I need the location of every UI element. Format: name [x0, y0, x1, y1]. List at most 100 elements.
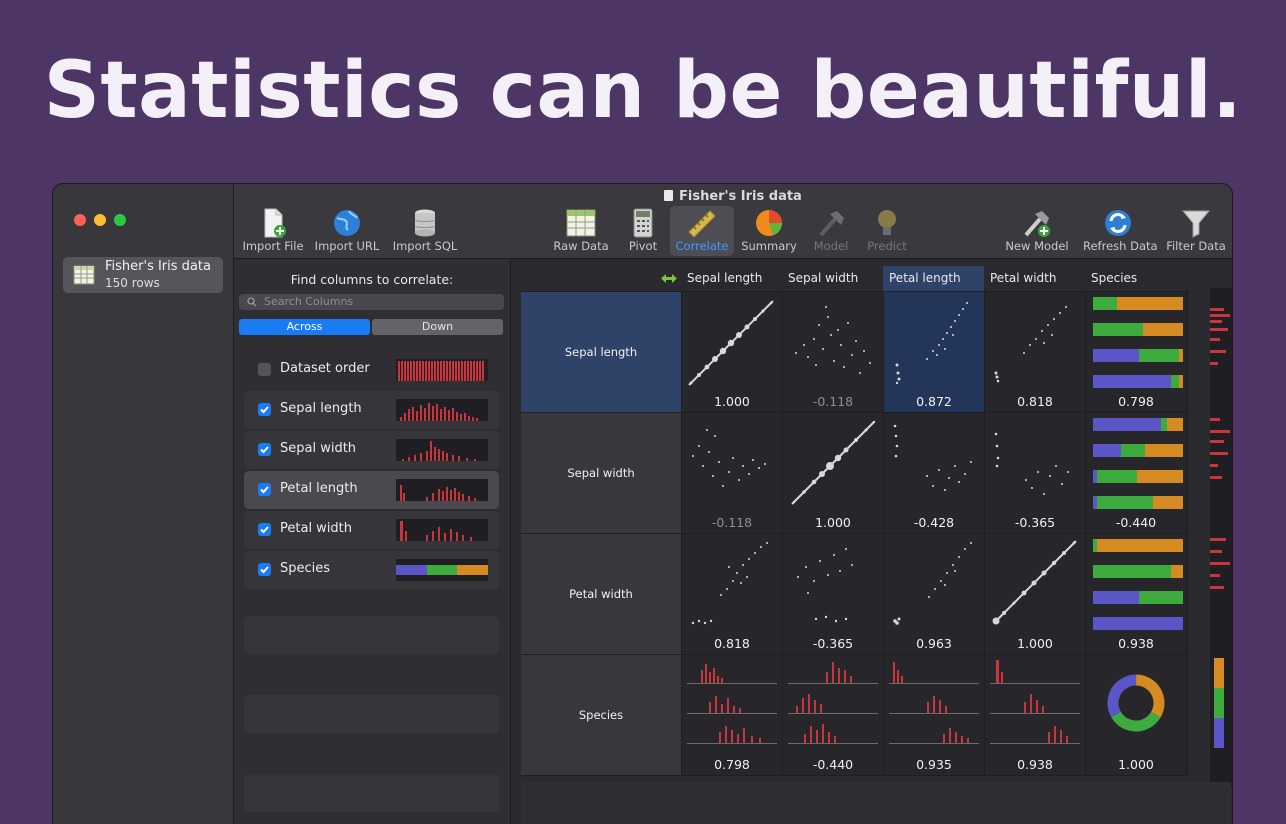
column-header[interactable]: Species	[1085, 266, 1186, 291]
down-segment[interactable]: Down	[372, 319, 503, 335]
checkbox[interactable]	[258, 443, 271, 456]
minimize-window-button[interactable]	[94, 214, 106, 226]
globe-icon	[334, 210, 360, 236]
column-row-dataset-order[interactable]: Dataset order	[244, 351, 499, 389]
checkmark-icon	[260, 446, 269, 454]
column-row-species[interactable]: Species	[244, 551, 499, 589]
overflow-histograms	[1210, 308, 1230, 748]
column-row-sepal-width[interactable]: Sepal width	[244, 431, 499, 469]
species-bars	[1093, 418, 1183, 509]
column-header[interactable]: Sepal length	[681, 266, 782, 291]
swap-arrows-icon[interactable]	[661, 273, 677, 284]
import-file-button[interactable]: Import File	[238, 206, 308, 256]
row-header[interactable]: Sepal length	[521, 292, 681, 412]
scatter-plot	[893, 424, 972, 491]
pie-chart-icon	[756, 210, 783, 236]
correlation-cell[interactable]: 0.818	[985, 292, 1085, 412]
column-row-petal-length[interactable]: Petal length	[244, 471, 499, 509]
pivot-button[interactable]: Pivot	[608, 206, 678, 256]
column-panel: Find columns to correlate: Search Column…	[234, 259, 511, 824]
toolbar: Fisher's Iris data Import File Import UR…	[234, 184, 1232, 259]
across-segment[interactable]: Across	[239, 319, 370, 335]
search-input[interactable]: Search Columns	[239, 294, 504, 310]
table-icon	[73, 265, 95, 285]
row-header[interactable]: Petal width	[521, 534, 681, 654]
import-file-icon	[264, 208, 286, 238]
scatter-plot	[994, 306, 1067, 383]
grid-header: Sepal length Sepal width Petal length Pe…	[521, 266, 1188, 291]
checkmark-icon	[260, 566, 269, 574]
checkbox[interactable]	[258, 563, 271, 576]
import-url-button[interactable]: Import URL	[312, 206, 382, 256]
checkmark-icon	[260, 486, 269, 494]
scatter-plot	[895, 302, 968, 385]
correlation-cell[interactable]: 0.798	[682, 655, 782, 775]
checkbox[interactable]	[258, 483, 271, 496]
refresh-icon	[1105, 210, 1131, 236]
correlation-cell[interactable]: 1.000	[783, 413, 883, 533]
raw-data-button[interactable]: Raw Data	[546, 206, 616, 256]
summary-button[interactable]: Summary	[734, 206, 804, 256]
correlation-cell[interactable]: -0.365	[985, 413, 1085, 533]
species-bars	[1093, 539, 1183, 630]
scatter-plot	[688, 300, 774, 386]
predict-button[interactable]: Predict	[852, 206, 922, 256]
calculator-icon	[633, 208, 653, 238]
sidebar: Fisher's Iris data 150 rows	[53, 184, 234, 824]
column-header[interactable]: Sepal width	[782, 266, 883, 291]
funnel-icon	[1181, 210, 1211, 238]
column-header[interactable]: Petal length	[883, 266, 984, 291]
checkbox[interactable]	[258, 403, 271, 416]
column-row-sepal-length[interactable]: Sepal length	[244, 391, 499, 429]
correlation-cell[interactable]: -0.428	[884, 413, 984, 533]
correlation-cell[interactable]: -0.440	[783, 655, 883, 775]
donut-chart	[1107, 674, 1165, 732]
correlation-cell[interactable]: 1.000	[985, 534, 1085, 654]
correlation-cell[interactable]: 0.935	[884, 655, 984, 775]
correlate-button[interactable]: Correlate	[670, 206, 734, 256]
row-header[interactable]: Species	[521, 655, 681, 775]
histogram-sparkline	[396, 479, 488, 501]
close-window-button[interactable]	[74, 214, 86, 226]
correlation-cell[interactable]: -0.440	[1086, 413, 1186, 533]
scatter-plot	[797, 548, 853, 623]
column-header[interactable]: Petal width	[984, 266, 1085, 291]
correlation-cell[interactable]: -0.118	[783, 292, 883, 412]
sidebar-item-iris-data[interactable]: Fisher's Iris data 150 rows	[63, 257, 223, 293]
histogram-sparkline	[396, 359, 488, 381]
correlation-cell[interactable]: 0.963	[884, 534, 984, 654]
correlation-cell[interactable]: -0.365	[783, 534, 883, 654]
lightbulb-icon	[878, 210, 896, 235]
species-bars	[1093, 297, 1183, 388]
correlation-cell[interactable]: 0.938	[1086, 534, 1186, 654]
import-sql-button[interactable]: Import SQL	[390, 206, 460, 256]
correlation-grid: Sepal length Sepal width Petal length Pe…	[521, 266, 1188, 776]
correlation-cell[interactable]: 0.872	[884, 292, 984, 412]
checkbox[interactable]	[258, 523, 271, 536]
document-icon	[664, 190, 673, 201]
correlation-cell[interactable]: -0.118	[682, 413, 782, 533]
sidebar-item-subtitle: 150 rows	[105, 276, 160, 290]
panel-title: Find columns to correlate:	[290, 272, 454, 287]
histogram-sparkline	[396, 439, 488, 461]
display-options-bar	[521, 782, 1231, 824]
new-model-button[interactable]: New Model	[1002, 206, 1072, 256]
checkbox[interactable]	[258, 363, 271, 376]
histogram-sparkline	[396, 399, 488, 421]
correlation-cell[interactable]: 1.000	[682, 292, 782, 412]
scatter-plot	[893, 542, 972, 625]
column-row-petal-width[interactable]: Petal width	[244, 511, 499, 549]
correlation-cell[interactable]: 0.818	[682, 534, 782, 654]
scatter-plot	[692, 429, 766, 487]
search-icon	[247, 297, 257, 307]
filter-data-button[interactable]: Filter Data	[1161, 206, 1231, 256]
scatter-plot	[791, 420, 876, 505]
correlation-cell[interactable]: 1.000	[1086, 655, 1186, 775]
correlation-cell[interactable]: 0.938	[985, 655, 1085, 775]
zoom-window-button[interactable]	[114, 214, 126, 226]
right-overflow-strip	[1210, 288, 1232, 788]
correlation-cell[interactable]: 0.798	[1086, 292, 1186, 412]
row-header[interactable]: Sepal width	[521, 413, 681, 533]
empty-row	[244, 774, 499, 812]
refresh-data-button[interactable]: Refresh Data	[1083, 206, 1158, 256]
